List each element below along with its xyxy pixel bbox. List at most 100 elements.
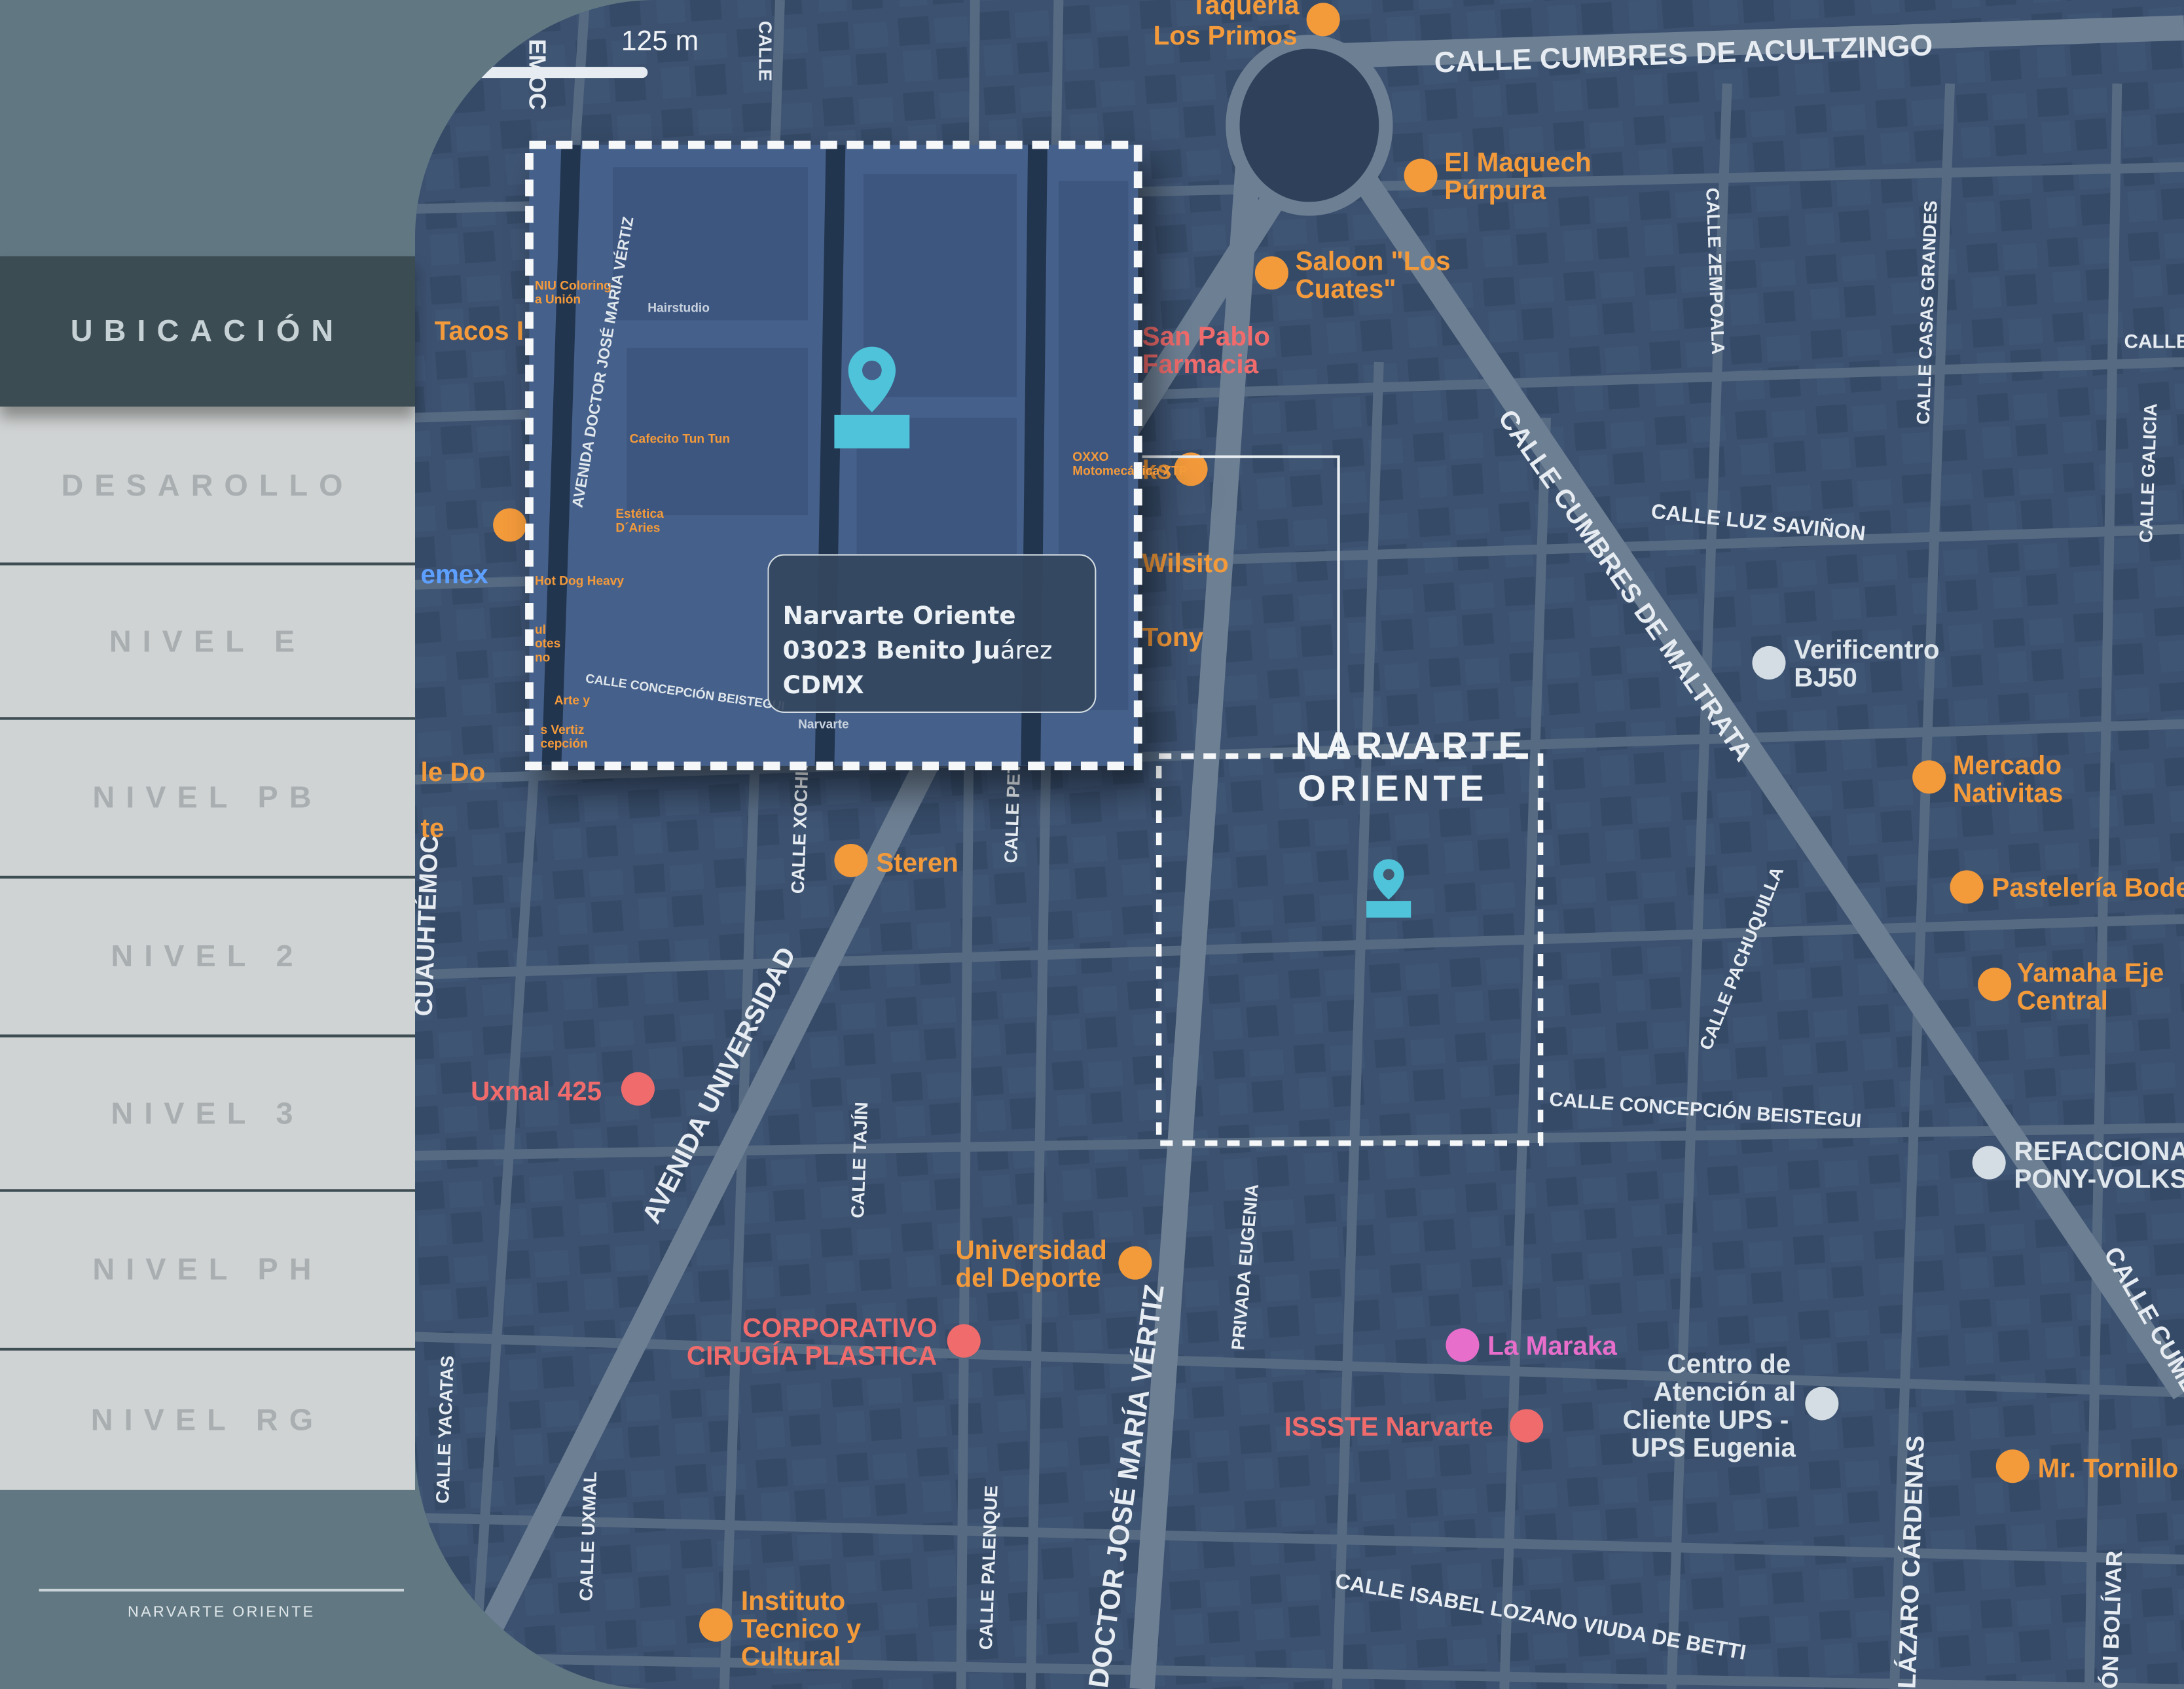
poi-label: Saloon "Los xyxy=(1296,246,1451,276)
poi-label: ul xyxy=(535,623,546,637)
poi-label: Arte y xyxy=(555,694,591,708)
restaurant-icon[interactable] xyxy=(1404,158,1438,192)
poi-label: Cliente UPS - xyxy=(1623,1404,1789,1434)
tooltip-line: 03023 Benito Juárez xyxy=(783,635,1081,670)
poi-label: CIRUGÍA PLASTICA xyxy=(687,1340,937,1370)
street-label: CALLE xyxy=(2124,331,2184,353)
poi-label: Uxmal 425 xyxy=(471,1076,602,1106)
poi-label: Centro de xyxy=(1667,1349,1791,1379)
tooltip-line: CDMX xyxy=(782,672,864,700)
poi-label: Yamaha Eje xyxy=(2017,958,2164,988)
poi-label: Cultural xyxy=(741,1641,841,1671)
poi-label: Wilsito xyxy=(1142,548,1229,578)
tooltip-line: Narvarte Oriente xyxy=(782,602,1016,631)
poi-label: La Maraka xyxy=(1487,1331,1617,1361)
area-label: NARVARTE ORIENTE xyxy=(1295,724,1527,810)
poi-label: Narvarte xyxy=(798,717,849,731)
tooltip-postal: 03023 Benito Ju xyxy=(782,638,1000,666)
restaurant-icon[interactable] xyxy=(1306,3,1340,37)
dental-icon[interactable] xyxy=(621,1072,655,1106)
area-label-line: NARVARTE xyxy=(1295,724,1527,766)
poi-label: Taquería xyxy=(1191,0,1300,20)
poi-label: Hairstudio xyxy=(647,301,710,315)
poi-label: San Pablo xyxy=(1142,321,1270,351)
nav-nivel-e[interactable]: NIVEL E xyxy=(0,565,416,717)
poi-label: Hot Dog Heavy xyxy=(535,574,624,588)
street-label: ÓN BOLÍVAR xyxy=(2098,1550,2127,1689)
nav-label: DESAROLLO xyxy=(61,467,354,502)
poi-label: cepción xyxy=(540,737,587,751)
poi-label: Púrpura xyxy=(1444,175,1546,205)
poi-label: Atención al xyxy=(1653,1377,1796,1407)
shop-icon[interactable] xyxy=(834,843,868,877)
nav-desarollo[interactable]: DESAROLLO xyxy=(0,407,416,564)
poi-label: Pastelería Bode xyxy=(1992,873,2184,903)
mail-icon[interactable] xyxy=(1805,1387,1839,1421)
poi-label: REFACCIONA xyxy=(2014,1136,2184,1166)
car-icon[interactable] xyxy=(1752,645,1786,680)
school-icon[interactable] xyxy=(493,508,527,542)
poi-label: PONY-VOLKS xyxy=(2014,1163,2184,1193)
poi-label: Nativitas xyxy=(1953,778,2063,808)
nav-nivel-rg[interactable]: NIVEL RG xyxy=(0,1351,416,1490)
poi-label: Central xyxy=(2017,985,2108,1015)
poi-label: Estética xyxy=(615,507,664,521)
poi-label: El Maquech xyxy=(1444,147,1592,177)
poi-label: Farmacia xyxy=(1142,349,1259,379)
nav-label: NIVEL PB xyxy=(92,780,323,815)
scale-label: 125 m xyxy=(621,26,699,58)
poi-label: NIU Coloring xyxy=(535,279,611,293)
scale-bar xyxy=(473,67,648,79)
nav-label: NIVEL RG xyxy=(90,1402,325,1438)
poi-label: Tony xyxy=(1142,622,1204,652)
poi-label: Instituto xyxy=(741,1586,845,1616)
poi-label: CORPORATIVO xyxy=(742,1313,937,1343)
nav-label: NIVEL 3 xyxy=(111,1095,304,1131)
medical-icon[interactable] xyxy=(1510,1409,1544,1443)
poi-label: Tacos I xyxy=(435,316,524,346)
map-canvas[interactable]: CALLE CUMBRES DE ACULTZINGO CALLE CUMBRE… xyxy=(409,0,2184,1689)
music-icon[interactable] xyxy=(1446,1328,1480,1362)
shop-icon[interactable] xyxy=(1950,870,1984,904)
poi-label: emex xyxy=(421,559,489,589)
poi-label: te xyxy=(421,812,445,843)
nav-nivel-pb[interactable]: NIVEL PB xyxy=(0,719,416,876)
poi-label: Universidad xyxy=(955,1235,1106,1265)
nav-nivel-3[interactable]: NIVEL 3 xyxy=(0,1037,416,1190)
poi-label: no xyxy=(535,651,550,664)
footer-label: NARVARTE ORIENTE xyxy=(128,1604,316,1621)
medical-icon[interactable] xyxy=(947,1324,981,1358)
poi-label: Motomecánica XTP xyxy=(1072,464,1188,478)
nav-nivel-ph[interactable]: NIVEL PH xyxy=(0,1191,416,1348)
poi-label: s Vertiz xyxy=(540,723,584,737)
market-icon[interactable] xyxy=(1912,760,1946,794)
roundabout xyxy=(1226,35,1393,216)
poi-label: Cafecito Tun Tun xyxy=(630,432,730,446)
poi-label: Mercado xyxy=(1953,750,2062,780)
poi-label: del Deporte xyxy=(955,1262,1101,1292)
poi-label: a Unión xyxy=(535,293,581,307)
poi-label: otes xyxy=(535,637,560,651)
poi-label: Cuates" xyxy=(1296,274,1396,304)
location-tooltip: Narvarte Oriente 03023 Benito Juárez CDM… xyxy=(767,554,1097,714)
poi-label: Steren xyxy=(876,847,958,877)
poi-label: D´Aries xyxy=(615,522,660,536)
street-label: CALLE xyxy=(755,21,776,81)
school-icon[interactable] xyxy=(1118,1246,1152,1280)
shop-icon[interactable] xyxy=(1995,1449,2029,1483)
motorcycle-icon[interactable] xyxy=(1978,968,2012,1002)
poi-label: Mr. Tornillo xyxy=(2038,1453,2179,1483)
nav-label: UBICACIÓN xyxy=(70,313,345,348)
poi-label: UPS Eugenia xyxy=(1631,1432,1796,1462)
poi-label: ISSSTE Narvarte xyxy=(1284,1411,1493,1442)
car-icon[interactable] xyxy=(1972,1146,2006,1180)
poi-label: Verificentro xyxy=(1794,634,1939,664)
nav-ubicacion[interactable]: UBICACIÓN xyxy=(0,256,416,407)
school-icon[interactable] xyxy=(699,1608,733,1642)
nav-nivel-2[interactable]: NIVEL 2 xyxy=(0,879,416,1035)
poi-label: OXXO xyxy=(1072,450,1108,464)
bar-icon[interactable] xyxy=(1254,256,1288,290)
poi-label: le Do xyxy=(421,757,486,787)
poi-label: Tecnico y xyxy=(741,1613,862,1643)
nav-label: NIVEL E xyxy=(109,623,306,658)
